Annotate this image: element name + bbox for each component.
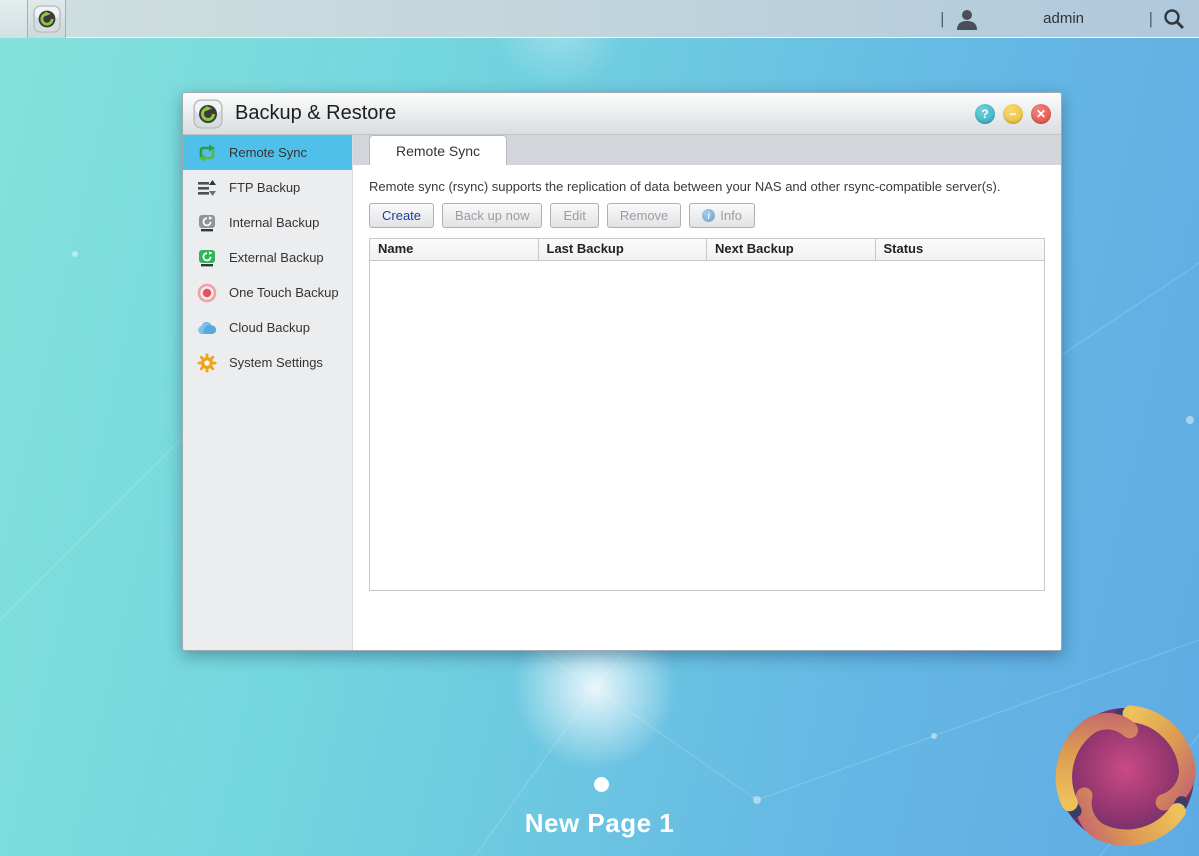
create-button[interactable]: Create — [369, 203, 434, 228]
column-header-last-backup[interactable]: Last Backup — [539, 239, 708, 260]
sidebar-item-internal-backup[interactable]: Internal Backup — [183, 205, 352, 240]
backup-jobs-table: Name Last Backup Next Backup Status — [369, 238, 1045, 591]
sidebar-item-system-settings[interactable]: System Settings — [183, 345, 352, 380]
backup-now-button[interactable]: Back up now — [442, 203, 542, 228]
sidebar-item-label: Internal Backup — [229, 215, 319, 230]
sidebar-item-ftp-backup[interactable]: FTP Backup — [183, 170, 352, 205]
sidebar-item-one-touch-backup[interactable]: One Touch Backup — [183, 275, 352, 310]
sidebar: Remote Sync FTP Backup — [183, 135, 353, 651]
info-button[interactable]: i Info — [689, 203, 755, 228]
taskbar-separator: | — [940, 9, 944, 29]
backup-restore-icon — [193, 99, 223, 129]
sync-icon — [197, 143, 217, 163]
sidebar-item-label: One Touch Backup — [229, 285, 339, 300]
one-touch-backup-icon — [197, 283, 217, 303]
remove-button[interactable]: Remove — [607, 203, 681, 228]
close-button[interactable]: ✕ — [1031, 104, 1051, 124]
asustor-swirl-logo — [1053, 703, 1199, 849]
external-backup-icon — [197, 248, 217, 268]
taskbar-separator-2: | — [1149, 9, 1153, 29]
ftp-transfer-icon — [197, 178, 217, 198]
sidebar-item-label: External Backup — [229, 250, 324, 265]
info-button-label: Info — [720, 208, 742, 223]
sidebar-item-label: System Settings — [229, 355, 323, 370]
cloud-icon — [197, 318, 217, 338]
sidebar-item-external-backup[interactable]: External Backup — [183, 240, 352, 275]
sidebar-item-label: FTP Backup — [229, 180, 300, 195]
tab-remote-sync[interactable]: Remote Sync — [369, 135, 507, 165]
column-header-next-backup[interactable]: Next Backup — [707, 239, 876, 260]
username-label[interactable]: admin — [989, 10, 1139, 27]
content-panel: Remote Sync Remote sync (rsync) supports… — [353, 135, 1061, 651]
sidebar-item-label: Cloud Backup — [229, 320, 310, 335]
column-header-name[interactable]: Name — [370, 239, 539, 260]
search-icon[interactable] — [1163, 8, 1185, 30]
sidebar-item-cloud-backup[interactable]: Cloud Backup — [183, 310, 352, 345]
backup-restore-icon — [33, 5, 61, 33]
taskbar-empty-slot — [0, 0, 28, 38]
column-header-status[interactable]: Status — [876, 239, 1045, 260]
toolbar: Create Back up now Edit Remove i Info — [369, 203, 1045, 228]
internal-backup-icon — [197, 213, 217, 233]
table-header-row: Name Last Backup Next Backup Status — [370, 239, 1044, 261]
gear-icon — [197, 353, 217, 373]
description-text: Remote sync (rsync) supports the replica… — [369, 179, 1045, 194]
backup-restore-window: Backup & Restore ? − ✕ Remote Sync — [182, 92, 1062, 651]
minimize-button[interactable]: − — [1003, 104, 1023, 124]
help-button[interactable]: ? — [975, 104, 995, 124]
sidebar-item-remote-sync[interactable]: Remote Sync — [183, 135, 352, 170]
sidebar-item-label: Remote Sync — [229, 145, 307, 160]
edit-button[interactable]: Edit — [550, 203, 598, 228]
desktop-page-label: New Page 1 — [0, 808, 1199, 839]
white-dot — [594, 777, 609, 792]
info-icon: i — [702, 209, 715, 222]
taskbar: | admin | — [0, 0, 1199, 38]
tab-bar: Remote Sync — [353, 135, 1061, 165]
taskbar-app-button[interactable] — [28, 0, 66, 38]
window-title: Backup & Restore — [235, 102, 396, 125]
window-titlebar[interactable]: Backup & Restore ? − ✕ — [183, 93, 1061, 135]
user-icon[interactable] — [955, 8, 979, 30]
table-body-empty[interactable] — [370, 261, 1044, 590]
